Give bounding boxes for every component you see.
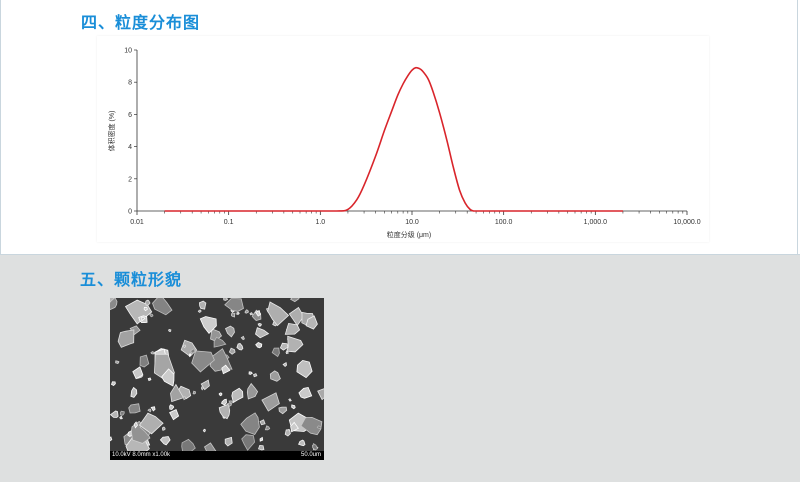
distribution-heading: 四、粒度分布图 bbox=[81, 15, 201, 32]
x-tick-label: 1,000.0 bbox=[584, 219, 607, 226]
sem-particle bbox=[231, 312, 236, 318]
sem-particle bbox=[150, 351, 155, 355]
y-tick-label: 0 bbox=[128, 209, 132, 216]
sem-particle bbox=[192, 390, 196, 395]
sem-particle bbox=[253, 373, 258, 378]
sem-particle bbox=[249, 312, 254, 316]
x-axis-label: 粒度分级 (μm) bbox=[387, 230, 431, 239]
morphology-section: 五、颗粒形貌 10.0kV 8.0mm x1.00k 50.0um bbox=[0, 254, 800, 482]
sem-particle bbox=[183, 344, 187, 349]
sem-particle bbox=[182, 396, 187, 401]
x-tick-label: 0.01 bbox=[130, 219, 144, 226]
x-tick-label: 1.0 bbox=[315, 219, 325, 226]
sem-particle bbox=[248, 371, 253, 375]
x-tick-label: 10.0 bbox=[405, 219, 419, 226]
chart-ticks: 0 2 4 6 8 10 0.01 0.1 1.0 10.0 100.0 1,000.0 10,000.… bbox=[124, 48, 701, 227]
y-tick-label: 8 bbox=[128, 80, 132, 87]
chart-axes bbox=[136, 50, 687, 212]
y-axis-label: 体积密度 (%) bbox=[107, 111, 116, 152]
sem-particle bbox=[143, 306, 148, 312]
y-tick-label: 6 bbox=[128, 112, 132, 119]
sem-particle bbox=[223, 298, 229, 301]
sem-particle bbox=[115, 360, 120, 364]
sem-particles-image bbox=[110, 298, 324, 458]
sem-particle bbox=[236, 312, 240, 315]
sem-info-text: 10.0kV 8.0mm x1.00k bbox=[112, 452, 171, 458]
sem-particle bbox=[200, 386, 204, 391]
x-tick-label: 10,000.0 bbox=[673, 219, 700, 226]
sem-particle bbox=[161, 426, 166, 431]
y-tick-label: 10 bbox=[124, 48, 132, 55]
y-tick-label: 4 bbox=[128, 144, 132, 151]
sem-particle bbox=[218, 392, 223, 397]
distribution-section: 四、粒度分布图 0 2 4 6 8 10 0.01 0.1 1.0 10.0 100.0 1,000.… bbox=[0, 0, 798, 254]
sem-particle bbox=[257, 444, 265, 451]
sem-particle bbox=[119, 410, 125, 416]
sem-particle bbox=[198, 300, 207, 310]
y-tick-label: 2 bbox=[128, 176, 132, 183]
sem-scale-text: 50.0um bbox=[300, 452, 321, 458]
series-line-density bbox=[164, 66, 623, 212]
sem-particle bbox=[147, 377, 152, 382]
chart-svg: 0 2 4 6 8 10 0.01 0.1 1.0 10.0 100.0 1,000.0 10,000.… bbox=[107, 48, 701, 240]
chart-plot bbox=[164, 66, 623, 212]
sem-particle bbox=[167, 328, 172, 333]
particle-size-chart: 0 2 4 6 8 10 0.01 0.1 1.0 10.0 100.0 1,000.0 10,000.… bbox=[97, 36, 709, 242]
sem-micrograph: 10.0kV 8.0mm x1.00k 50.0um bbox=[110, 298, 324, 460]
sem-info-bar: 10.0kV 8.0mm x1.00k 50.0um bbox=[110, 451, 324, 460]
x-tick-label: 100.0 bbox=[495, 219, 513, 226]
morphology-heading: 五、颗粒形貌 bbox=[80, 272, 183, 289]
sem-particle bbox=[202, 428, 206, 433]
sem-particle bbox=[244, 309, 250, 314]
x-tick-label: 0.1 bbox=[224, 219, 234, 226]
